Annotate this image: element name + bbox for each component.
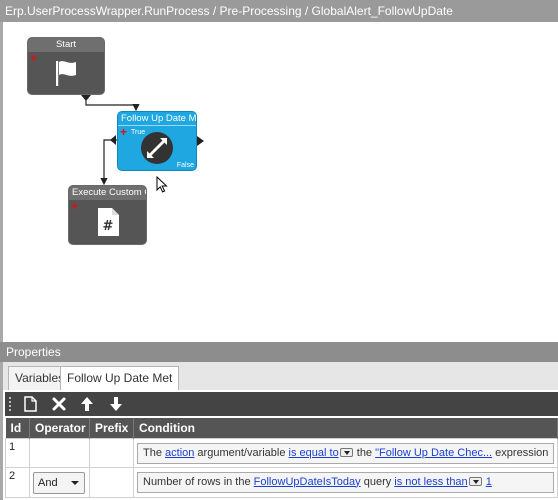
execute-node-body: + # bbox=[69, 200, 146, 244]
column-header-prefix[interactable]: Prefix bbox=[89, 418, 134, 438]
column-header-operator[interactable]: Operator bbox=[29, 418, 90, 438]
condition-text: Number of rows in the bbox=[143, 475, 254, 488]
condition-node-body: + True False bbox=[118, 126, 196, 170]
properties-header: Properties bbox=[0, 342, 558, 362]
mouse-cursor-icon bbox=[156, 176, 168, 193]
grid-header-row: Id Operator Prefix Condition bbox=[5, 418, 558, 438]
execute-node-title: Execute Custom Code bbox=[69, 186, 146, 200]
condition-editor[interactable]: The action argument/variable is equal to… bbox=[137, 442, 554, 464]
cell-prefix[interactable] bbox=[89, 437, 134, 468]
condition-text: query bbox=[360, 475, 395, 488]
column-header-id[interactable]: Id bbox=[5, 418, 30, 438]
expression-link[interactable]: "Follow Up Date Chec... bbox=[375, 447, 492, 459]
chevron-down-icon bbox=[71, 480, 79, 485]
start-node-body: + bbox=[28, 52, 104, 94]
delete-icon[interactable] bbox=[50, 395, 68, 413]
comparison-link[interactable]: is not less than bbox=[394, 476, 467, 488]
tab-follow-up-date-met[interactable]: Follow Up Date Met bbox=[60, 366, 180, 391]
add-icon[interactable]: + bbox=[120, 126, 127, 138]
condition-text: The bbox=[143, 446, 166, 459]
chevron-down-icon[interactable] bbox=[339, 448, 353, 458]
start-output-port bbox=[81, 95, 91, 101]
cell-id: 2 bbox=[5, 466, 30, 498]
argument-link[interactable]: action bbox=[165, 447, 194, 459]
add-icon[interactable]: + bbox=[71, 200, 78, 212]
connector-true-to-execute bbox=[100, 139, 119, 186]
workflow-canvas[interactable]: Start + Follow Up Date Met + True False … bbox=[0, 22, 558, 342]
column-header-condition[interactable]: Condition bbox=[133, 418, 558, 438]
toolbar-grip[interactable] bbox=[9, 397, 11, 411]
table-row[interactable]: 2 And Number of rows in the FollowUpDate… bbox=[5, 466, 558, 498]
flag-icon bbox=[56, 61, 76, 86]
condition-false-port bbox=[197, 136, 204, 146]
cell-operator: And bbox=[29, 466, 90, 498]
execute-custom-code-node[interactable]: Execute Custom Code + # bbox=[69, 186, 146, 244]
move-down-icon[interactable] bbox=[107, 395, 125, 413]
cell-condition: Number of rows in the FollowUpDateIsToda… bbox=[133, 466, 558, 498]
operator-select[interactable]: And bbox=[33, 471, 85, 494]
condition-text: argument/variable bbox=[194, 446, 289, 459]
condition-node-title: Follow Up Date Met bbox=[118, 112, 196, 126]
condition-true-port bbox=[110, 135, 116, 145]
window-title: Erp.UserProcessWrapper.RunProcess / Pre-… bbox=[0, 0, 558, 22]
condition-node-follow-up-date-met[interactable]: Follow Up Date Met + True False bbox=[118, 112, 196, 170]
cell-id: 1 bbox=[5, 437, 30, 468]
condition-editor[interactable]: Number of rows in the FollowUpDateIsToda… bbox=[137, 471, 554, 493]
operator-value: And bbox=[38, 476, 58, 489]
add-icon[interactable]: + bbox=[30, 52, 37, 64]
move-up-icon[interactable] bbox=[78, 395, 96, 413]
query-link[interactable]: FollowUpDateIsToday bbox=[254, 476, 361, 488]
chevron-down-icon[interactable] bbox=[468, 477, 482, 487]
comparison-link[interactable]: is equal to bbox=[289, 447, 339, 459]
start-node-title: Start bbox=[28, 38, 104, 52]
cell-prefix[interactable] bbox=[89, 466, 134, 498]
conditions-grid: Id Operator Prefix Condition 1 The actio… bbox=[5, 418, 558, 498]
new-icon[interactable] bbox=[21, 395, 39, 413]
start-node[interactable]: Start + bbox=[28, 38, 104, 94]
connector-start-to-condition bbox=[85, 95, 140, 112]
expand-arrows-icon bbox=[141, 132, 173, 164]
cell-operator[interactable] bbox=[29, 437, 90, 468]
condition-text: the bbox=[353, 446, 376, 459]
properties-tabbar: Variables Follow Up Date Met bbox=[0, 362, 558, 391]
value-link[interactable]: 1 bbox=[486, 476, 492, 488]
code-file-icon: # bbox=[97, 208, 119, 236]
table-row[interactable]: 1 The action argument/variable is equal … bbox=[5, 437, 558, 468]
conditions-toolbar bbox=[5, 392, 558, 416]
condition-text: expression bbox=[492, 446, 549, 459]
false-branch-label: False bbox=[176, 162, 194, 169]
cell-condition: The action argument/variable is equal to… bbox=[133, 437, 558, 468]
svg-text:#: # bbox=[102, 219, 113, 234]
